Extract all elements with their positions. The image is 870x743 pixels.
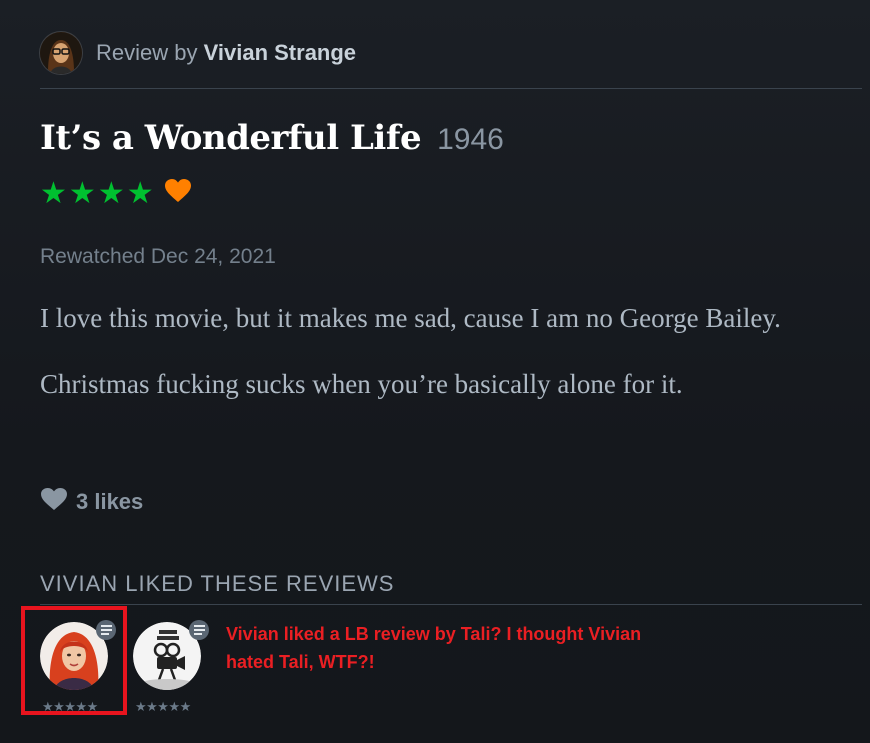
section-divider: [40, 604, 862, 605]
heart-icon[interactable]: [40, 487, 68, 517]
likes-count-link[interactable]: 3 likes: [76, 489, 143, 515]
reviewer-header: Review by Vivian Strange: [40, 32, 356, 74]
review-body: I love this movie, but it makes me sad, …: [40, 296, 840, 428]
reviewer-line: Review by Vivian Strange: [96, 40, 356, 66]
review-list-icon: [189, 620, 209, 640]
reviewer-name-link[interactable]: Vivian Strange: [204, 40, 356, 65]
annotation-text: Vivian liked a LB review by Tali? I thou…: [226, 624, 642, 672]
film-title-row: It’s a Wonderful Life 1946: [40, 118, 504, 158]
reviewer-avatar[interactable]: [40, 32, 82, 74]
liked-heart-icon: [164, 178, 192, 209]
rating: ★ ★ ★ ★: [40, 178, 192, 209]
star-icon: ★: [68, 176, 96, 210]
star-icon: ★: [40, 176, 67, 210]
watched-date: Rewatched Dec 24, 2021: [40, 245, 276, 268]
review-by-prefix: Review by: [96, 40, 198, 65]
film-year-link[interactable]: 1946: [437, 123, 504, 157]
star-icon: ★: [126, 176, 154, 210]
film-title-link[interactable]: It’s a Wonderful Life: [40, 118, 422, 158]
header-divider: [40, 88, 862, 89]
annotation-highlight-box: [21, 606, 127, 715]
star-icon: ★: [97, 176, 125, 210]
liked-review-rating: ★★★★★: [135, 699, 191, 714]
liked-review-item[interactable]: ★★★★★: [133, 620, 209, 715]
review-paragraph: Christmas fucking sucks when you’re basi…: [40, 369, 683, 399]
likes-row[interactable]: 3 likes: [40, 487, 143, 517]
review-paragraph: I love this movie, but it makes me sad, …: [40, 303, 781, 333]
liked-reviews-heading: VIVIAN LIKED THESE REVIEWS: [40, 571, 395, 596]
